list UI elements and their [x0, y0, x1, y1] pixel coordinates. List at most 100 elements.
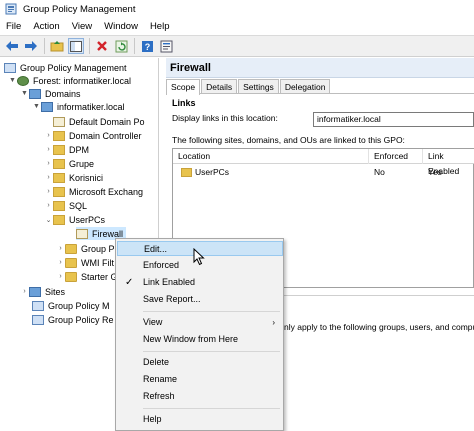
svg-text:?: ?: [144, 42, 150, 52]
tree-item[interactable]: ⌄ UserPCs: [44, 213, 105, 226]
expand-arrow-icon[interactable]: ›: [44, 202, 53, 209]
ou-folder-icon: [53, 144, 65, 155]
menu-window[interactable]: Window: [98, 18, 144, 35]
forest-icon: [17, 75, 29, 86]
menu-item-save-report[interactable]: Save Report...: [117, 292, 283, 307]
menu-item-help[interactable]: Help: [117, 412, 283, 427]
expand-arrow-icon[interactable]: ›: [44, 146, 53, 153]
location-select[interactable]: informatiker.local: [313, 112, 474, 127]
expand-arrow-icon[interactable]: ›: [44, 174, 53, 181]
checkmark-icon: ✓: [125, 277, 134, 288]
toolbar: ?: [0, 35, 474, 57]
up-folder-icon[interactable]: [49, 38, 65, 54]
tree-item[interactable]: › WMI Filt: [56, 256, 114, 269]
window-title: Group Policy Management: [23, 3, 136, 15]
tree-item[interactable]: › Microsoft Exchang: [44, 185, 143, 198]
toolbar-separator: [44, 38, 45, 54]
menu-item-delete[interactable]: Delete: [117, 355, 283, 370]
context-menu: Edit... Enforced ✓ Link Enabled Save Rep…: [115, 238, 284, 431]
ou-folder-icon: [53, 130, 65, 141]
tree-item[interactable]: › SQL: [44, 199, 87, 212]
tab-settings[interactable]: Settings: [238, 79, 279, 93]
collapse-arrow-icon[interactable]: ▼: [20, 90, 29, 97]
tab-details[interactable]: Details: [201, 79, 238, 93]
tree-item[interactable]: › Grupe: [44, 157, 94, 170]
tree-item[interactable]: › Domain Controller: [44, 129, 142, 142]
refresh-icon[interactable]: [113, 38, 129, 54]
expand-arrow-icon[interactable]: ›: [56, 259, 65, 266]
group-policy-app-icon: [5, 3, 17, 15]
tree-forest[interactable]: ▼ Forest: informatiker.local: [8, 74, 131, 87]
tree-item-label: Starter G: [81, 271, 118, 282]
expand-arrow-icon[interactable]: ›: [56, 245, 65, 252]
links-heading: Links: [172, 98, 196, 108]
mouse-pointer-icon: [193, 247, 205, 266]
table-row[interactable]: UserPCs No Yes: [173, 166, 474, 179]
location-label: Display links in this location:: [172, 113, 278, 123]
menu-item-label: Enforced: [143, 260, 180, 270]
tree-item[interactable]: › DPM: [44, 143, 89, 156]
tree-root[interactable]: Group Policy Management: [4, 61, 127, 74]
tree-item-label: Korisnici: [69, 172, 104, 183]
tree-sites[interactable]: › Sites: [20, 285, 65, 298]
expand-arrow-icon[interactable]: ›: [44, 160, 53, 167]
tree-domain[interactable]: ▼ informatiker.local: [32, 100, 125, 113]
tree-item[interactable]: › Korisnici: [44, 171, 103, 184]
tree-item-label: DPM: [69, 144, 89, 155]
delete-icon[interactable]: [94, 38, 110, 54]
title-bar: Group Policy Management: [0, 0, 474, 18]
tree-item-label: Group Policy Re: [48, 314, 114, 325]
expand-arrow-icon[interactable]: ›: [56, 273, 65, 280]
column-enforced[interactable]: Enforced: [369, 149, 423, 164]
properties-icon[interactable]: [158, 38, 174, 54]
expand-arrow-icon[interactable]: ›: [44, 188, 53, 195]
help-icon[interactable]: ?: [139, 38, 155, 54]
menu-item-refresh[interactable]: Refresh: [117, 389, 283, 404]
back-icon[interactable]: [4, 38, 20, 54]
menu-item-view[interactable]: View ›: [117, 315, 283, 330]
wmi-folder-icon: [65, 257, 77, 268]
column-link-enabled[interactable]: Link Enabled: [423, 149, 474, 176]
tree-item-label: SQL: [69, 200, 88, 211]
ou-folder-icon: [53, 200, 65, 211]
menu-item-label: Edit...: [144, 244, 168, 254]
row-enforced: No: [374, 167, 385, 177]
menu-help[interactable]: Help: [144, 18, 176, 35]
submenu-arrow-icon: ›: [272, 318, 275, 327]
menu-bar: File Action View Window Help: [0, 18, 474, 35]
tree-item-label: Group Policy M: [48, 300, 110, 311]
menu-file[interactable]: File: [0, 18, 27, 35]
expand-arrow-icon[interactable]: ›: [44, 132, 53, 139]
tree-item[interactable]: Default Domain Po: [53, 115, 145, 128]
tree-item-label: Default Domain Po: [69, 116, 145, 127]
menu-view[interactable]: View: [66, 18, 98, 35]
menu-separator: [143, 408, 280, 409]
tree-item-label: Microsoft Exchang: [69, 186, 144, 197]
expand-arrow-icon[interactable]: ›: [20, 288, 29, 295]
tab-scope[interactable]: Scope: [166, 79, 201, 95]
collapse-arrow-icon[interactable]: ▼: [8, 77, 17, 84]
collapse-arrow-icon[interactable]: ▼: [32, 103, 41, 110]
tree-item[interactable]: › Starter G: [56, 270, 118, 283]
menu-item-label: Delete: [143, 357, 170, 367]
security-filter-text: nly apply to the following groups, users…: [284, 322, 474, 332]
tree-forest-label: Forest: informatiker.local: [33, 75, 132, 86]
tab-delegation[interactable]: Delegation: [279, 79, 331, 93]
show-pane-icon[interactable]: [68, 38, 84, 54]
tree-domains[interactable]: ▼ Domains: [20, 87, 81, 100]
column-location[interactable]: Location: [173, 149, 369, 164]
gpo-link-icon: [76, 228, 88, 239]
table-header: Location Enforced Link Enabled: [173, 149, 474, 176]
menu-item-new-window[interactable]: New Window from Here: [117, 332, 283, 347]
tree-item[interactable]: › Group P: [56, 242, 115, 255]
collapse-arrow-icon[interactable]: ⌄: [44, 216, 53, 224]
forward-icon[interactable]: [23, 38, 39, 54]
tree-item[interactable]: Group Policy Re: [32, 313, 114, 326]
menu-item-link-enabled[interactable]: ✓ Link Enabled: [117, 275, 283, 290]
menu-item-label: Refresh: [143, 391, 175, 401]
starter-folder-icon: [65, 271, 77, 282]
menu-action[interactable]: Action: [27, 18, 65, 35]
menu-item-rename[interactable]: Rename: [117, 372, 283, 387]
menu-item-label: Rename: [143, 374, 178, 384]
tree-item[interactable]: Group Policy M: [32, 299, 110, 312]
